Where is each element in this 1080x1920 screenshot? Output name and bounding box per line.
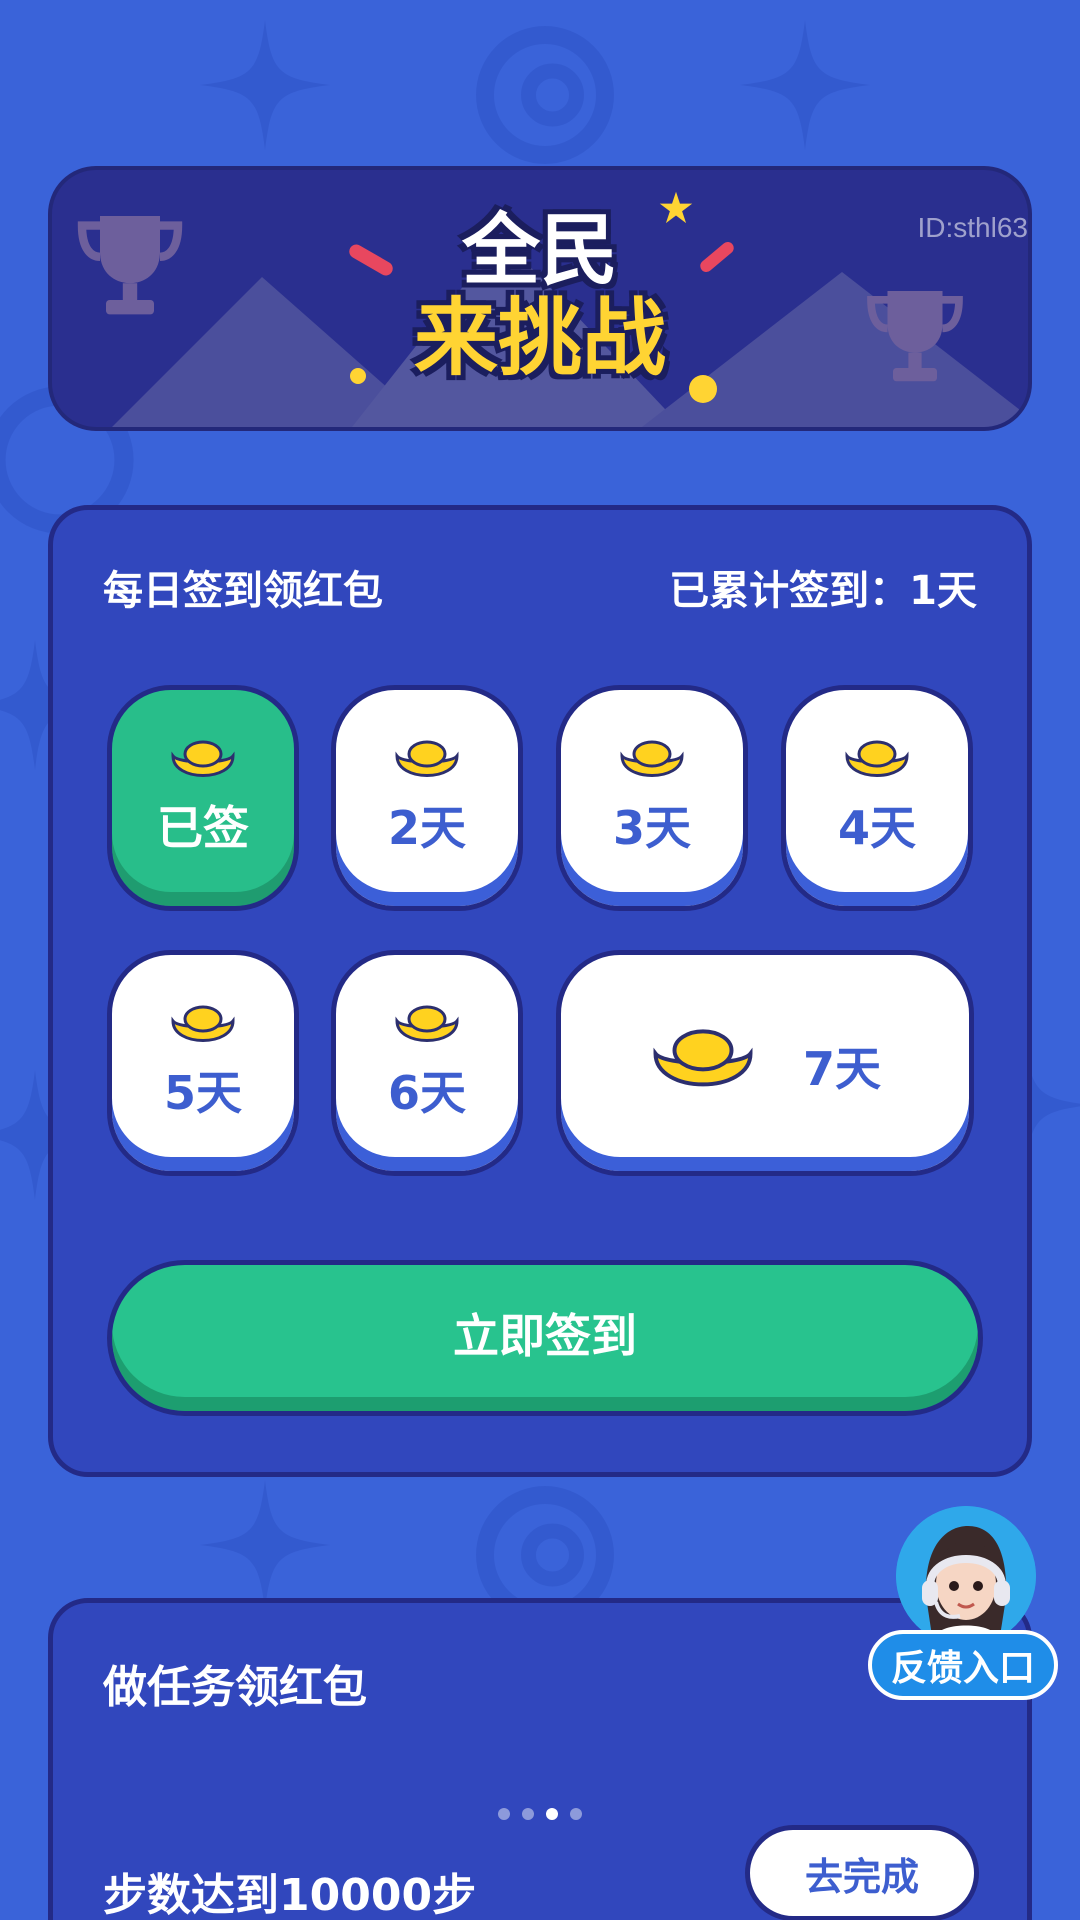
pager-dot[interactable] — [498, 1808, 510, 1820]
day-card-1[interactable]: 已签 — [107, 685, 299, 911]
sparkle-icon — [740, 20, 870, 150]
day-label: 6天 — [387, 1066, 466, 1120]
task-name: 步数达到10000步 — [103, 1870, 477, 1920]
trophy-icon — [867, 291, 963, 382]
day-label: 5天 — [163, 1066, 242, 1120]
banner-title: 全民 来挑战 — [414, 212, 666, 380]
pager-dots — [0, 1808, 1080, 1820]
headset-agent-icon — [896, 1506, 1036, 1646]
feedback-label: 反馈入口 — [868, 1630, 1058, 1700]
gold-ingot-icon — [171, 740, 235, 777]
dot-decoration — [350, 368, 366, 384]
day-label: 7天 — [802, 1042, 881, 1096]
day-card-4[interactable]: 4天 — [781, 685, 973, 911]
day-label: 2天 — [387, 801, 466, 855]
day-card-3[interactable]: 3天 — [556, 685, 748, 911]
pager-dot[interactable] — [522, 1808, 534, 1820]
feedback-entry-button[interactable]: 反馈入口 — [868, 1506, 1058, 1700]
signin-title: 每日签到领红包 — [103, 568, 383, 614]
support-avatar — [896, 1506, 1036, 1646]
banner-title-line1: 全民 — [461, 206, 619, 296]
day-card-7[interactable]: 7天 — [556, 950, 974, 1176]
gold-ingot-icon — [653, 1029, 753, 1087]
day-card-2[interactable]: 2天 — [331, 685, 523, 911]
sparkle-icon — [200, 1480, 330, 1610]
trophy-icon — [77, 216, 183, 315]
coin-icon — [476, 26, 614, 164]
gold-ingot-icon — [395, 740, 459, 777]
dot-decoration — [689, 375, 717, 403]
sparkle-icon — [200, 20, 330, 150]
confetti-icon — [700, 242, 734, 272]
day-label: 3天 — [612, 801, 691, 855]
gold-ingot-icon — [171, 1005, 235, 1042]
day-card-6[interactable]: 6天 — [331, 950, 523, 1176]
gold-ingot-icon — [395, 1005, 459, 1042]
confetti-icon — [349, 244, 393, 276]
gold-ingot-icon — [620, 740, 684, 777]
gold-ingot-icon — [845, 740, 909, 777]
task-panel-title: 做任务领红包 — [103, 1662, 367, 1713]
signin-now-button[interactable]: 立即签到 — [107, 1260, 983, 1416]
banner-title-line2: 来挑战 — [413, 289, 667, 387]
go-complete-button[interactable]: 去完成 — [745, 1825, 979, 1920]
day-label: 已签 — [157, 801, 249, 855]
pager-dot[interactable] — [570, 1808, 582, 1820]
pager-dot-active[interactable] — [546, 1808, 558, 1820]
day-label: 4天 — [837, 801, 916, 855]
daily-signin-panel: 每日签到领红包 已累计签到：1天 已签 2天 3天 4天 5天 6天 7天 立即… — [48, 505, 1032, 1477]
day-card-5[interactable]: 5天 — [107, 950, 299, 1176]
challenge-banner[interactable]: 全民 来挑战 ID:sthl63 — [48, 166, 1032, 431]
signin-count: 已累计签到：1天 — [669, 568, 977, 614]
user-id-watermark: ID:sthl63 — [917, 212, 1029, 243]
